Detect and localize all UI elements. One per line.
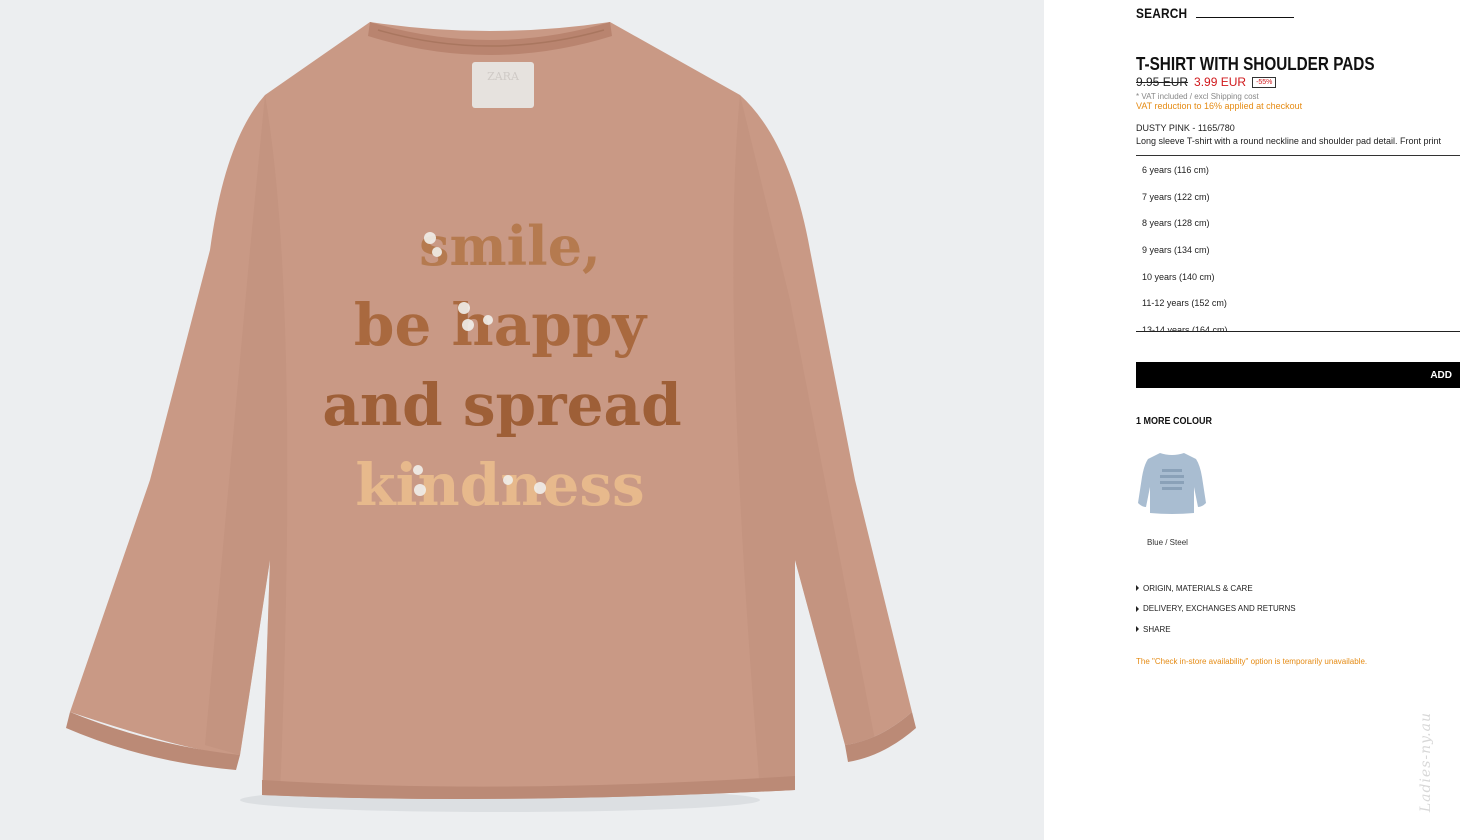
size-option-11-12y[interactable]: 11-12 years (152 cm) (1136, 290, 1460, 317)
colour-swatch-label: Blue / Steel (1147, 538, 1188, 547)
print-line-4: kindness (355, 451, 644, 519)
product-panel: SEARCH T-SHIRT WITH SHOULDER PADS 9.95 E… (1044, 0, 1460, 840)
size-list[interactable]: 6 years (116 cm) 7 years (122 cm) 8 year… (1136, 157, 1460, 331)
search-input-underline[interactable] (1196, 17, 1295, 18)
size-option-13-14y[interactable]: 13-14 years (164 cm) (1136, 317, 1460, 331)
old-price: 9.95 EUR (1136, 75, 1189, 89)
colour-swatch-blue-steel[interactable] (1136, 447, 1208, 521)
print-line-1: smile, (419, 214, 601, 278)
product-title: T-SHIRT WITH SHOULDER PADS (1136, 54, 1375, 74)
divider (1136, 155, 1460, 156)
size-option-8y[interactable]: 8 years (128 cm) (1136, 210, 1460, 237)
search-area[interactable]: SEARCH (1136, 5, 1295, 21)
accordion-label: ORIGIN, MATERIALS & CARE (1143, 583, 1253, 593)
print-line-3: and spread (322, 371, 681, 439)
product-description: Long sleeve T-shirt with a round necklin… (1136, 136, 1442, 146)
accordion-share[interactable]: SHARE (1136, 619, 1296, 640)
size-option-6y[interactable]: 6 years (116 cm) (1136, 157, 1460, 184)
accordion-delivery-returns[interactable]: DELIVERY, EXCHANGES AND RETURNS (1136, 599, 1296, 620)
store-availability-notice: The "Check in-store availability" option… (1136, 657, 1368, 666)
caret-right-icon (1136, 605, 1139, 612)
size-option-10y[interactable]: 10 years (140 cm) (1136, 264, 1460, 291)
accordion-label: DELIVERY, EXCHANGES AND RETURNS (1143, 604, 1296, 614)
more-colour-heading: 1 MORE COLOUR (1136, 416, 1213, 427)
info-accordion: ORIGIN, MATERIALS & CARE DELIVERY, EXCHA… (1136, 578, 1296, 640)
discount-badge: -55% (1252, 76, 1277, 88)
accordion-label: SHARE (1143, 624, 1171, 634)
vat-reduction-note: VAT reduction to 16% applied at checkout (1136, 101, 1303, 111)
caret-right-icon (1136, 626, 1139, 633)
watermark: Ladies-ny.au (1418, 712, 1434, 813)
size-list-border (1136, 331, 1460, 332)
product-image: ZARA smile, be happy and spread kindness (0, 0, 1044, 840)
size-option-7y[interactable]: 7 years (122 cm) (1136, 184, 1460, 211)
vat-note: * VAT included / excl Shipping cost (1136, 92, 1259, 101)
search-label[interactable]: SEARCH (1136, 5, 1187, 21)
accordion-origin-materials-care[interactable]: ORIGIN, MATERIALS & CARE (1136, 578, 1296, 599)
print-line-2: be happy (354, 291, 649, 359)
price-row: 9.95 EUR 3.99 EUR -55% (1136, 75, 1277, 89)
colour-code: DUSTY PINK - 1165/780 (1136, 123, 1235, 133)
add-to-cart-button[interactable]: ADD (1136, 362, 1460, 388)
caret-right-icon (1136, 585, 1139, 592)
neck-label-brand: ZARA (487, 70, 520, 83)
tshirt-illustration: ZARA smile, be happy and spread kindness (0, 0, 1044, 840)
sale-price: 3.99 EUR (1194, 75, 1247, 89)
size-option-9y[interactable]: 9 years (134 cm) (1136, 237, 1460, 264)
